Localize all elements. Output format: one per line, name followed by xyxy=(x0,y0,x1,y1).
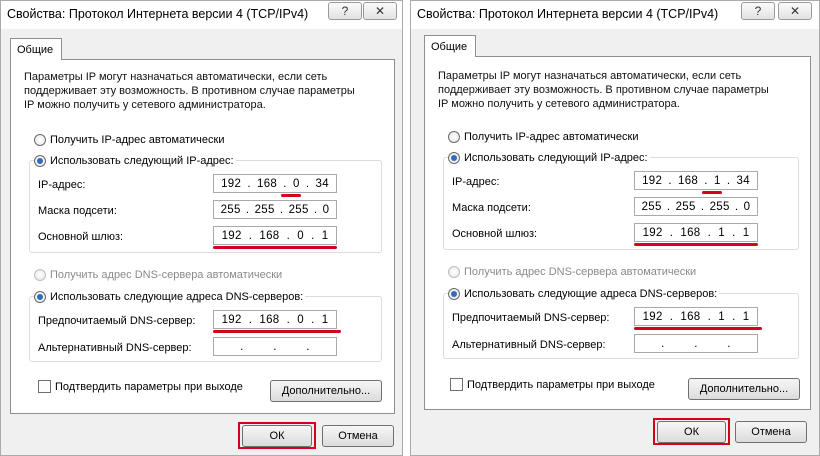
dialog-title: Свойства: Протокол Интернета версии 4 (T… xyxy=(7,7,309,21)
radio-manual-dns[interactable]: Использовать следующие адреса DNS-сервер… xyxy=(448,287,720,301)
gateway-field[interactable]: 192. 168. 0. 1 xyxy=(213,226,337,245)
alternate-dns-label: Альтернативный DNS-сервер: xyxy=(452,339,606,351)
ip-label: IP-адрес: xyxy=(38,179,86,191)
gateway-label: Основной шлюз: xyxy=(452,228,538,240)
radio-auto-dns[interactable]: Получить адрес DNS-сервера автоматически xyxy=(34,268,282,282)
radio-auto-ip[interactable]: Получить IP-адрес автоматически xyxy=(34,133,224,147)
help-button[interactable]: ? xyxy=(741,2,775,20)
highlight-underline xyxy=(213,330,341,333)
close-button[interactable]: ✕ xyxy=(778,2,812,20)
ipv4-dialog-left: Свойства: Протокол Интернета версии 4 (T… xyxy=(0,0,403,456)
subnet-mask-field[interactable]: 255. 255. 255. 0 xyxy=(634,197,758,216)
radio-auto-ip[interactable]: Получить IP-адрес автоматически xyxy=(448,130,638,144)
description-text: Параметры IP могут назначаться автоматич… xyxy=(438,70,769,110)
ok-button[interactable]: ОК xyxy=(242,425,312,447)
cancel-button[interactable]: Отмена xyxy=(322,425,394,447)
highlight-underline xyxy=(281,194,301,197)
title-bar: Свойства: Протокол Интернета версии 4 (T… xyxy=(1,1,402,29)
confirm-checkbox[interactable]: Подтвердить параметры при выходе xyxy=(450,378,655,391)
ip-address-field[interactable]: 192. 168. 0. 34 xyxy=(213,174,337,193)
highlight-underline xyxy=(634,327,762,330)
radio-icon xyxy=(34,134,46,146)
preferred-dns-label: Предпочитаемый DNS-сервер: xyxy=(452,312,610,324)
radio-icon xyxy=(448,131,460,143)
general-panel: Параметры IP могут назначаться автоматич… xyxy=(424,56,811,410)
preferred-dns-label: Предпочитаемый DNS-сервер: xyxy=(38,315,196,327)
tab-general[interactable]: Общие xyxy=(10,38,62,60)
ok-button[interactable]: ОК xyxy=(657,421,726,443)
radio-manual-ip[interactable]: Использовать следующий IP-адрес: xyxy=(448,151,650,165)
preferred-dns-field[interactable]: 192. 168. 1. 1 xyxy=(634,307,758,326)
alternate-dns-field[interactable]: ... xyxy=(213,337,337,356)
cancel-button[interactable]: Отмена xyxy=(735,421,807,443)
radio-icon xyxy=(448,266,460,278)
alternate-dns-field[interactable]: ... xyxy=(634,334,758,353)
subnet-mask-field[interactable]: 255. 255. 255. 0 xyxy=(213,200,337,219)
preferred-dns-field[interactable]: 192. 168. 0. 1 xyxy=(213,310,337,329)
dialog-title: Свойства: Протокол Интернета версии 4 (T… xyxy=(417,7,719,21)
highlight-underline xyxy=(634,243,758,246)
help-button[interactable]: ? xyxy=(328,2,362,20)
checkbox-icon xyxy=(450,378,463,391)
highlight-underline xyxy=(702,191,722,194)
radio-icon xyxy=(34,269,46,281)
close-button[interactable]: ✕ xyxy=(363,2,397,20)
checkbox-icon xyxy=(38,380,51,393)
mask-label: Маска подсети: xyxy=(38,205,117,217)
radio-icon xyxy=(34,155,46,167)
radio-auto-dns[interactable]: Получить адрес DNS-сервера автоматически xyxy=(448,265,696,279)
radio-manual-ip[interactable]: Использовать следующий IP-адрес: xyxy=(34,154,236,168)
advanced-button[interactable]: Дополнительно... xyxy=(688,378,800,400)
gateway-field[interactable]: 192. 168. 1. 1 xyxy=(634,223,758,242)
ip-label: IP-адрес: xyxy=(452,176,500,188)
radio-icon xyxy=(34,291,46,303)
description-text: Параметры IP могут назначаться автоматич… xyxy=(24,71,355,111)
tab-general[interactable]: Общие xyxy=(424,35,476,57)
radio-icon xyxy=(448,288,460,300)
alternate-dns-label: Альтернативный DNS-сервер: xyxy=(38,342,192,354)
confirm-checkbox[interactable]: Подтвердить параметры при выходе xyxy=(38,380,243,393)
ipv4-dialog-right: Свойства: Протокол Интернета версии 4 (T… xyxy=(410,0,820,456)
general-panel: Параметры IP могут назначаться автоматич… xyxy=(10,59,395,414)
ip-address-field[interactable]: 192. 168. 1. 34 xyxy=(634,171,758,190)
gateway-label: Основной шлюз: xyxy=(38,231,124,243)
radio-manual-dns[interactable]: Использовать следующие адреса DNS-сервер… xyxy=(34,290,306,304)
highlight-underline xyxy=(213,246,337,249)
mask-label: Маска подсети: xyxy=(452,202,531,214)
advanced-button[interactable]: Дополнительно... xyxy=(270,380,382,402)
title-bar: Свойства: Протокол Интернета версии 4 (T… xyxy=(411,1,819,29)
radio-icon xyxy=(448,152,460,164)
